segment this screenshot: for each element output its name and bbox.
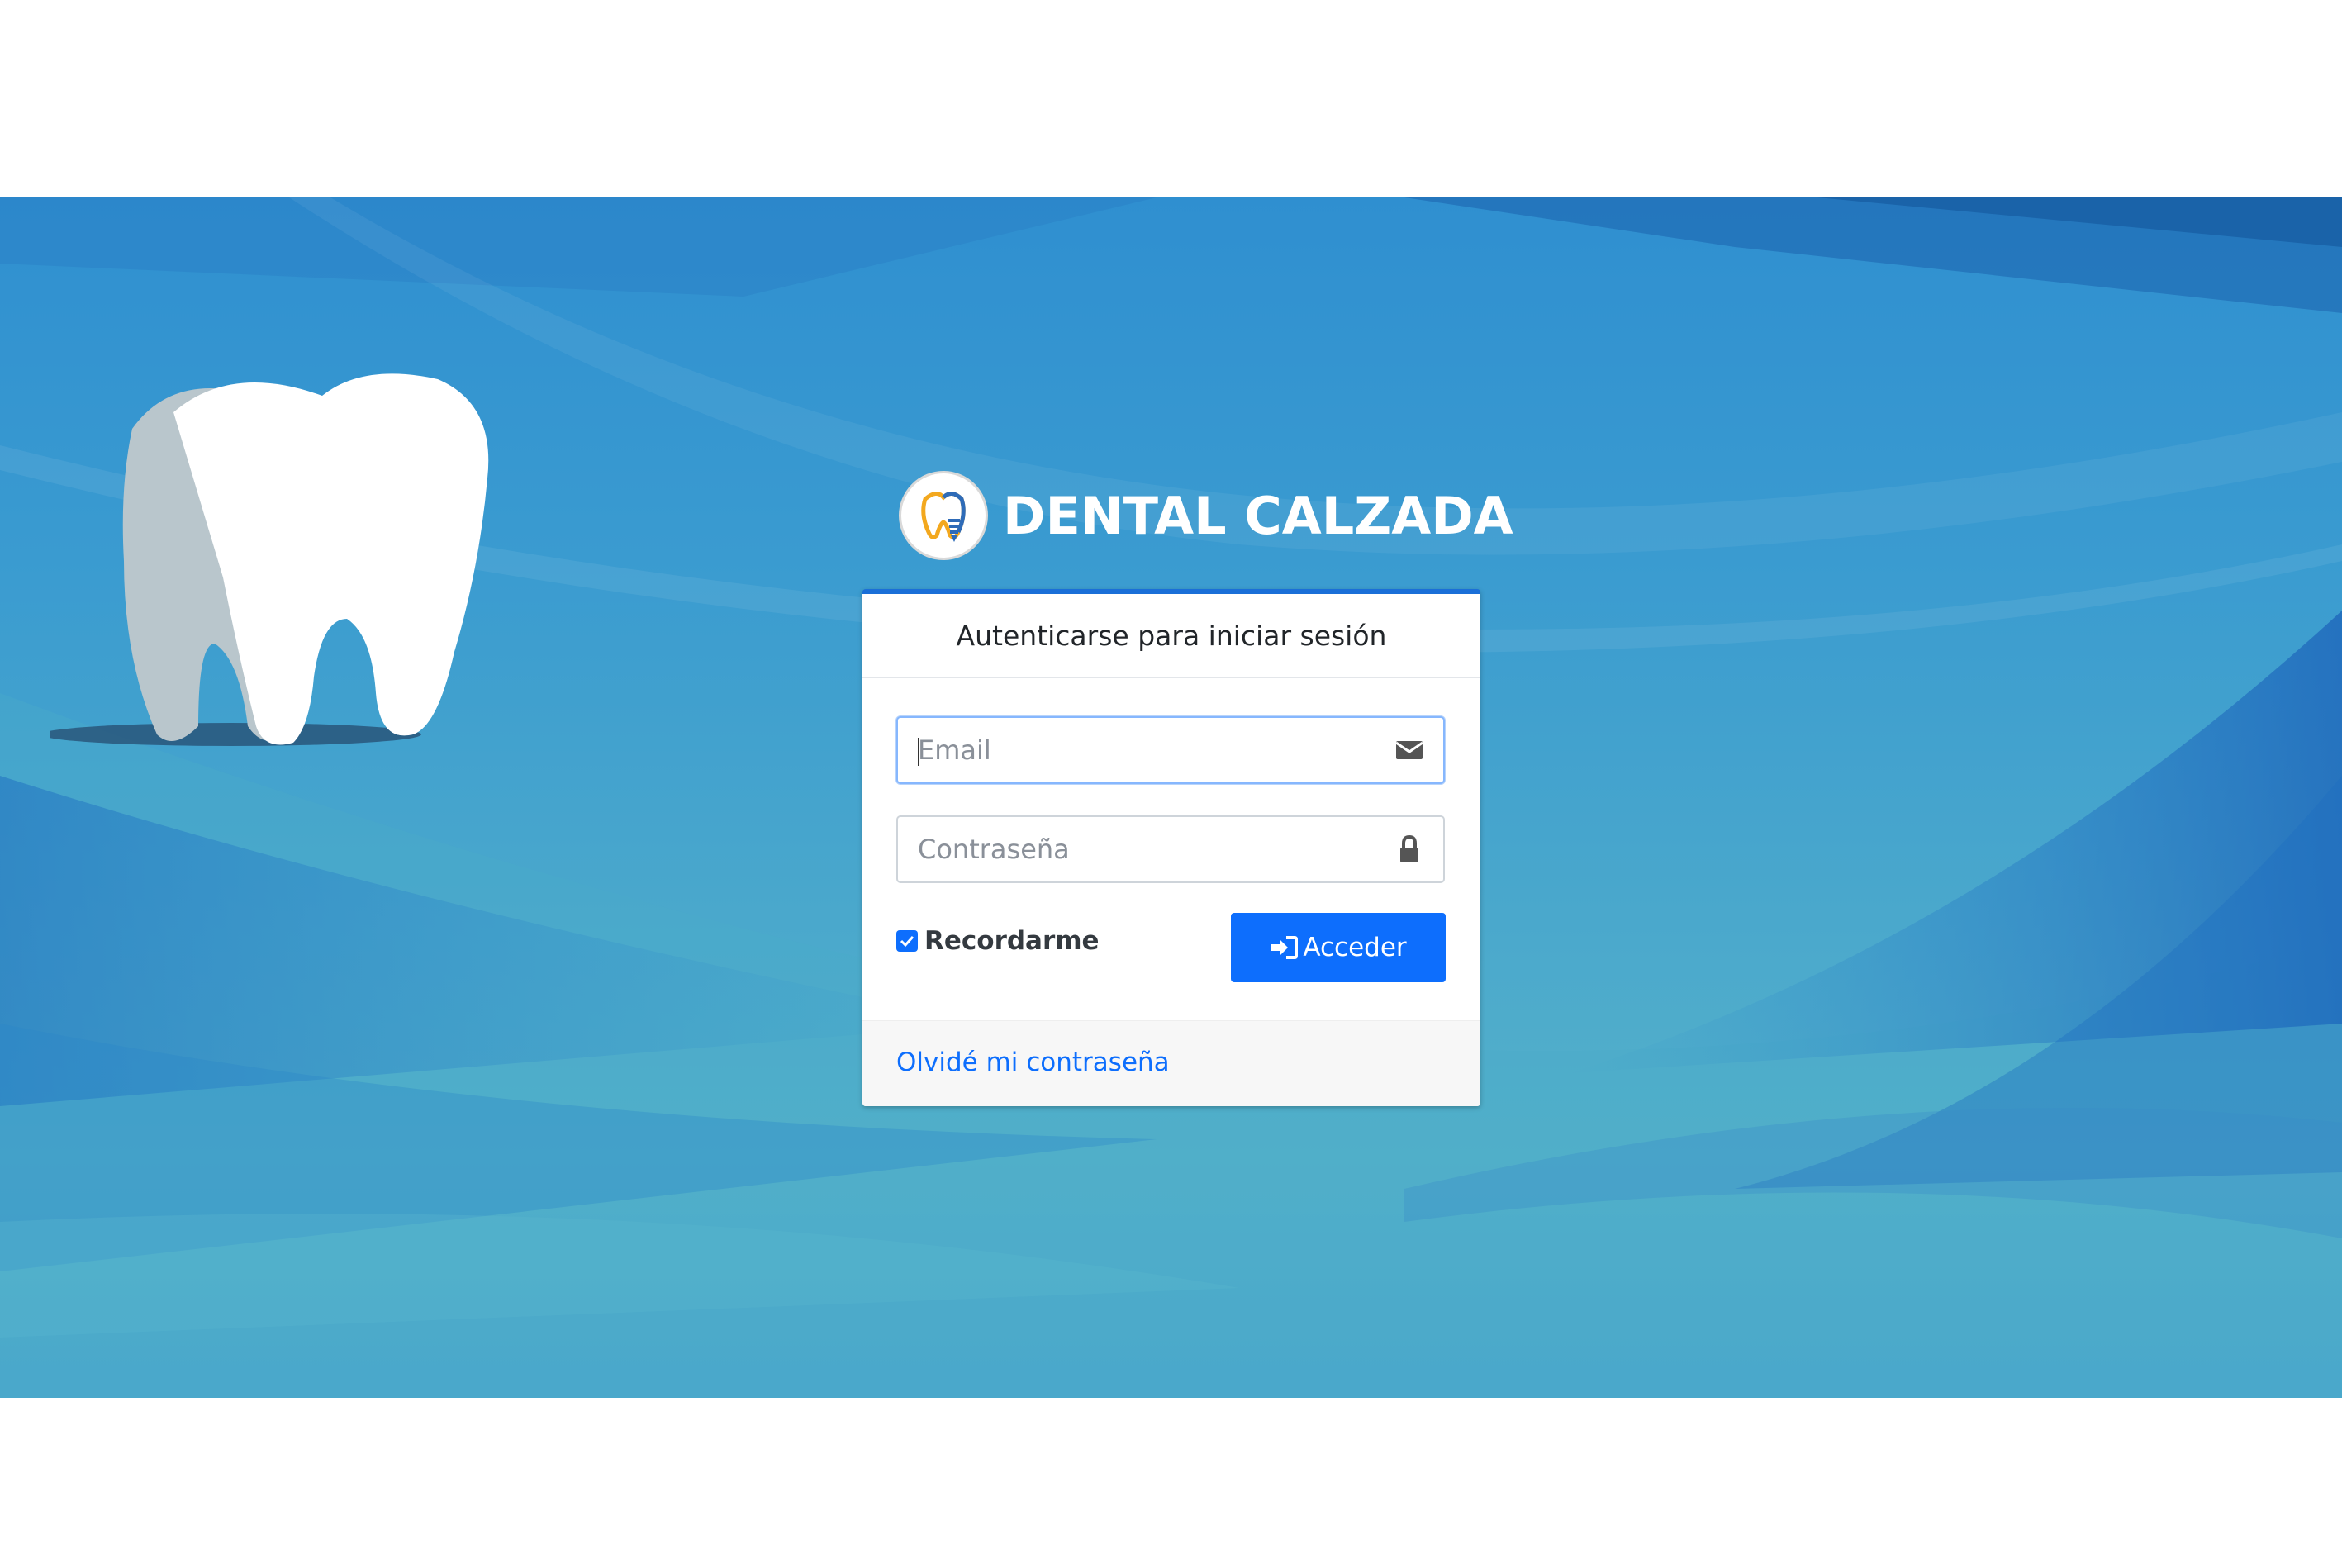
email-field[interactable] bbox=[896, 716, 1445, 784]
page: DENTAL CALZADA Autenticarse para iniciar… bbox=[0, 0, 2342, 1568]
sign-in-icon bbox=[1271, 936, 1299, 959]
tooth-illustration bbox=[50, 373, 489, 746]
brand-header: DENTAL CALZADA bbox=[899, 468, 1513, 563]
hero-background: DENTAL CALZADA Autenticarse para iniciar… bbox=[0, 197, 2342, 1398]
envelope-icon bbox=[1395, 741, 1423, 759]
tooth-logo-icon bbox=[899, 471, 988, 560]
remember-label[interactable]: Recordarme bbox=[924, 926, 1100, 956]
email-input[interactable] bbox=[918, 718, 1380, 782]
login-card: Autenticarse para iniciar sesión Email R… bbox=[862, 589, 1480, 1106]
remember-me[interactable]: Recordarme bbox=[896, 926, 1100, 956]
brand-name: DENTAL CALZADA bbox=[1003, 485, 1513, 546]
acceder-button[interactable]: Acceder bbox=[1231, 913, 1446, 982]
forgot-password-link[interactable]: Olvidé mi contraseña bbox=[896, 1048, 1170, 1077]
acceder-label: Acceder bbox=[1303, 933, 1407, 962]
password-field[interactable] bbox=[896, 815, 1445, 883]
password-input[interactable] bbox=[918, 817, 1380, 881]
lock-icon bbox=[1400, 834, 1418, 862]
text-cursor bbox=[918, 738, 919, 766]
card-footer: Olvidé mi contraseña bbox=[862, 1020, 1480, 1106]
remember-checkbox[interactable] bbox=[896, 930, 918, 952]
check-icon bbox=[900, 935, 914, 948]
login-title: Autenticarse para iniciar sesión bbox=[862, 594, 1480, 678]
